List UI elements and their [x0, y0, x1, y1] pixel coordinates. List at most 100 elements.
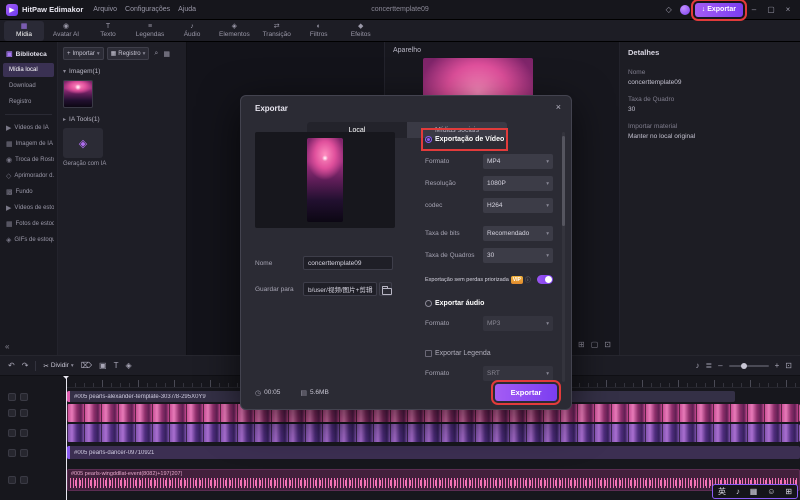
section-images-header[interactable]: ▾ Imagem(1): [63, 68, 181, 75]
effects-icon: ◆: [358, 22, 364, 30]
name-input[interactable]: concerttemplate09: [303, 256, 393, 270]
search-icon[interactable]: ⌕: [154, 50, 158, 58]
delete-icon[interactable]: ⌦: [81, 361, 92, 370]
text-tool-icon[interactable]: T: [114, 361, 119, 370]
sidebar-item-gifs-de-estoque[interactable]: ◈GIFs de estoque: [3, 232, 54, 248]
grid-icon[interactable]: ⊞: [578, 340, 585, 349]
tab-filtros[interactable]: ◐ Filtros: [299, 21, 339, 41]
sidebar-item-midia-local[interactable]: Mídia local: [3, 63, 54, 77]
track-mute-button[interactable]: [8, 409, 16, 417]
video-export-section[interactable]: Exportação de Vídeo: [420, 128, 509, 151]
dialog-export-button[interactable]: Exportar: [491, 380, 561, 405]
maximize-button[interactable]: ▢: [765, 5, 777, 14]
bitrate-select[interactable]: Recomendado ▾: [483, 226, 553, 241]
language-icon[interactable]: 英: [718, 486, 726, 497]
undo-icon[interactable]: ↶: [8, 361, 15, 370]
info-icon[interactable]: ⓘ: [525, 275, 531, 284]
section-ai-header[interactable]: ▸ IA Tools(1): [63, 116, 181, 123]
image-icon[interactable]: ▦: [750, 487, 758, 496]
track-mute-button[interactable]: [8, 429, 16, 437]
subtitle-format-select[interactable]: SRT ▾: [483, 366, 553, 381]
marker-icon[interactable]: ◈: [125, 361, 131, 370]
import-button[interactable]: + Importar ▾: [63, 47, 104, 60]
music-icon[interactable]: ♪: [736, 487, 740, 496]
lossless-toggle[interactable]: [537, 275, 553, 284]
framerate-select[interactable]: 30 ▾: [483, 248, 553, 263]
audio-format-select[interactable]: MP3 ▾: [483, 316, 553, 331]
section-ai-label: IA Tools(1): [69, 116, 100, 123]
track-lock-button[interactable]: [20, 429, 28, 437]
tab-elementos[interactable]: ◈ Elementos: [214, 21, 255, 41]
sidebar-item-videos-de-estoque[interactable]: ▶Vídeos de esto...: [3, 200, 54, 216]
sidebar-item-fundo[interactable]: ▩ Fundo: [3, 184, 54, 200]
resolution-select[interactable]: 1080P ▾: [483, 176, 553, 191]
track-mute-button[interactable]: [8, 392, 16, 401]
playhead[interactable]: [63, 376, 69, 500]
track-mute-button[interactable]: [8, 476, 16, 484]
timeline-clip-dancer[interactable]: #005 pearls-dancer-09710921: [67, 446, 800, 459]
zoom-in-icon[interactable]: +: [775, 361, 780, 370]
save-path-input[interactable]: b/user/视频/图片+剪辑: [303, 282, 377, 296]
browse-folder-button[interactable]: [379, 282, 392, 296]
duplicate-icon[interactable]: ▣: [99, 361, 107, 370]
import-material-value: Manter no local original: [628, 133, 696, 140]
tool-label: Imagem de IA: [15, 141, 53, 147]
tab-midia[interactable]: ▦ Mídia: [4, 20, 44, 41]
tab-audio[interactable]: ♪ Áudio: [172, 21, 212, 41]
tab-legendas[interactable]: ≡ Legendas: [130, 21, 170, 41]
ai-generation-card[interactable]: ◈: [63, 128, 103, 158]
export-button[interactable]: ↓ Exportar: [690, 0, 748, 21]
collapse-sidebar-icon[interactable]: «: [5, 342, 9, 351]
dialog-scrollbar[interactable]: [562, 132, 565, 382]
tab-efeitos[interactable]: ◆ Efeitos: [341, 21, 381, 41]
sidebar-item-aprimorador[interactable]: ◇ Aprimorador d...: [3, 168, 54, 184]
sidebar-item-videos-de-ia[interactable]: ▶ Vídeos de IA: [3, 120, 54, 136]
sidebar-item-registro[interactable]: Registro: [3, 95, 54, 109]
tab-avatar-ai[interactable]: ◉ Avatar AI: [46, 21, 86, 41]
track-lock-button[interactable]: [20, 392, 28, 401]
video-export-radio[interactable]: [425, 136, 432, 143]
track-lock-button[interactable]: [20, 409, 28, 417]
minimize-button[interactable]: –: [748, 5, 760, 14]
sidebar-item-imagem-de-ia[interactable]: ▦ Imagem de IA: [3, 136, 54, 152]
audio-export-radio[interactable]: [425, 300, 432, 307]
avatar[interactable]: [679, 4, 690, 15]
zoom-out-icon[interactable]: –: [718, 361, 722, 370]
registro-button[interactable]: ▦ Registro ▾: [106, 47, 150, 60]
format-select[interactable]: MP4 ▾: [483, 154, 553, 169]
fullscreen-icon[interactable]: ⊡: [604, 340, 611, 349]
sidebar-item-troca-de-rostos[interactable]: ◉Troca de Rostos: [3, 152, 54, 168]
upgrade-icon[interactable]: ◇: [663, 5, 675, 14]
menu-arquivo[interactable]: Arquivo: [93, 6, 117, 13]
zoom-slider[interactable]: [728, 362, 769, 369]
grid-icon[interactable]: ⊞: [785, 487, 792, 496]
subtitle-export-checkbox[interactable]: [425, 350, 432, 357]
split-button[interactable]: ✂ Dividir ▾: [43, 362, 73, 370]
audio-mix-icon[interactable]: ♪: [695, 361, 699, 370]
zoom-slider-knob[interactable]: [740, 362, 747, 369]
timeline-clip-audio[interactable]: #005 pearls-wingddllat-event(8082)+197(2…: [67, 469, 800, 491]
timeline-clip-video[interactable]: [67, 424, 800, 442]
track-lock-button[interactable]: [20, 448, 28, 457]
tab-texto[interactable]: T Texto: [88, 21, 128, 41]
close-button[interactable]: ×: [782, 5, 794, 14]
menu-ajuda[interactable]: Ajuda: [178, 6, 196, 13]
emoji-icon[interactable]: ☺: [767, 487, 775, 496]
sidebar-item-fotos-de-estoque[interactable]: ▦Fotos de estoque: [3, 216, 54, 232]
sidebar-item-download[interactable]: Download: [3, 79, 54, 93]
fit-timeline-icon[interactable]: ⊡: [785, 361, 792, 370]
track-mute-button[interactable]: [8, 448, 16, 457]
audio-export-section[interactable]: Exportar áudio: [425, 296, 484, 311]
ratio-icon[interactable]: ▢: [591, 340, 599, 349]
media-thumbnail[interactable]: [63, 80, 93, 108]
track-lock-button[interactable]: [20, 476, 28, 484]
codec-select[interactable]: H264 ▾: [483, 198, 553, 213]
grid-view-icon[interactable]: ▦: [163, 50, 170, 58]
tab-transicao[interactable]: ⇄ Transição: [257, 21, 297, 41]
menu-configuracoes[interactable]: Configurações: [125, 6, 170, 13]
dialog-close-icon[interactable]: ×: [556, 102, 561, 112]
redo-icon[interactable]: ↷: [22, 361, 29, 370]
mixer-icon[interactable]: ≣: [705, 361, 712, 370]
subtitle-export-section[interactable]: Exportar Legenda: [425, 346, 491, 361]
sidebar-item-biblioteca[interactable]: ▣ Biblioteca: [3, 47, 54, 61]
